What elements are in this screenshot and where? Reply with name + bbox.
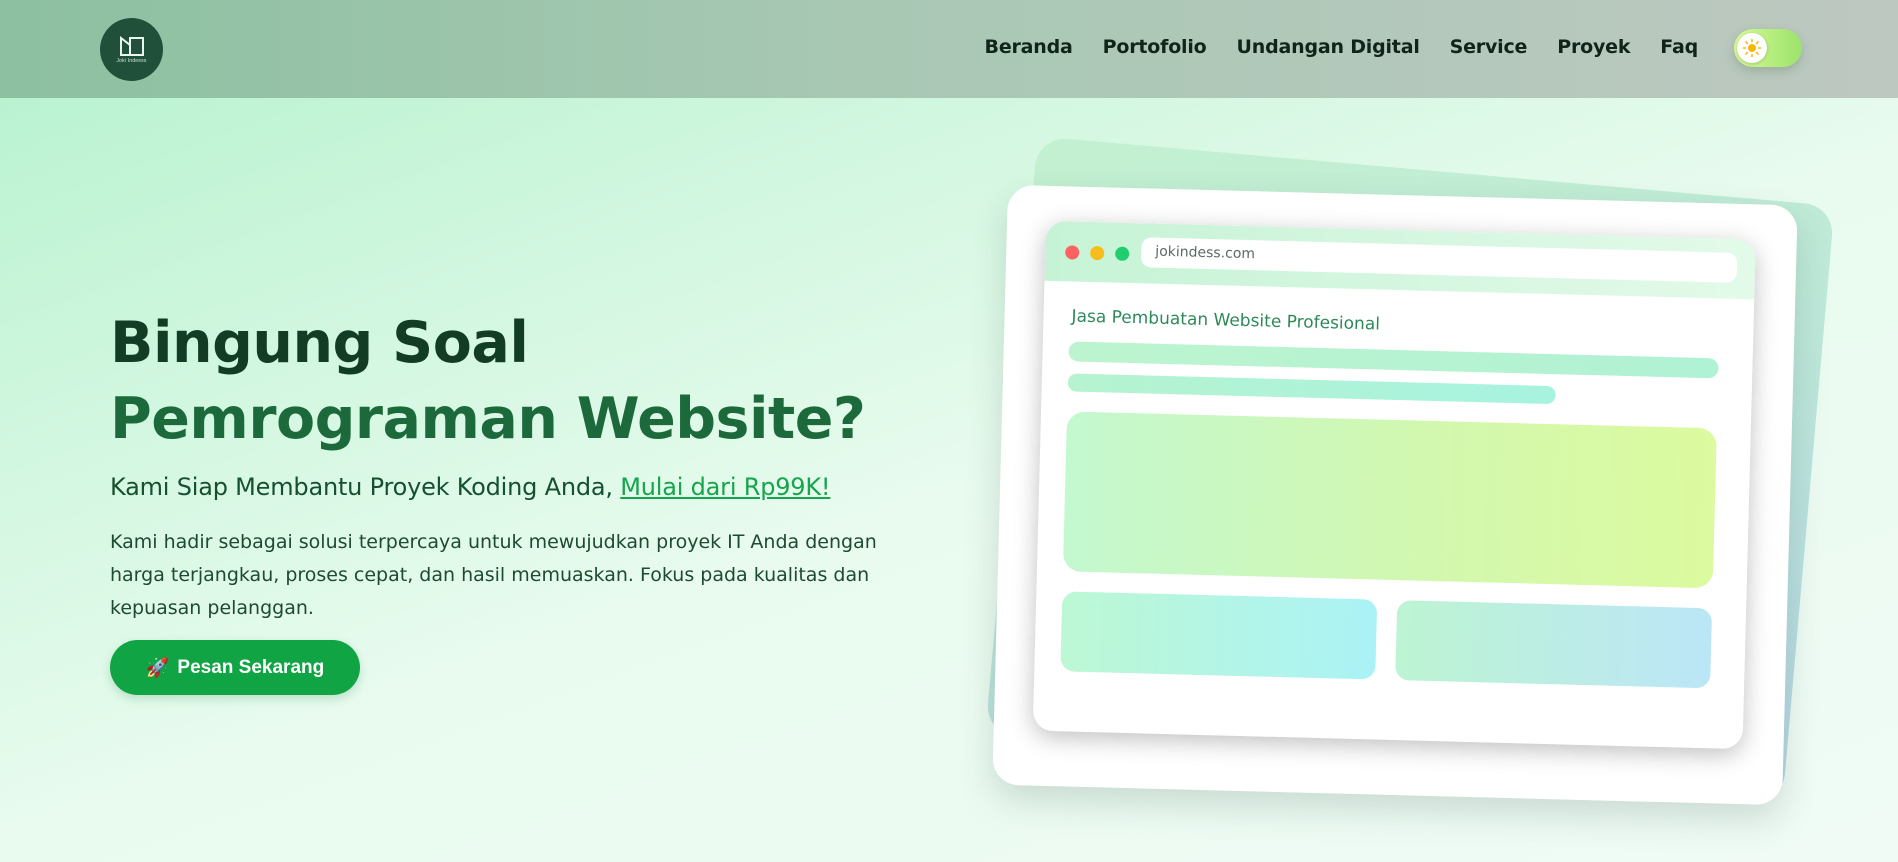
theme-toggle[interactable] (1734, 29, 1802, 67)
nav-link-beranda[interactable]: Beranda (985, 36, 1073, 58)
order-now-button[interactable]: 🚀 Pesan Sekarang (110, 640, 360, 695)
sun-icon (1742, 38, 1762, 58)
url-bar: jokindess.com (1140, 237, 1738, 283)
nav-link-faq[interactable]: Faq (1660, 36, 1698, 58)
skeleton-hero-block (1062, 411, 1717, 589)
hero-description: Kami hadir sebagai solusi terpercaya unt… (110, 531, 877, 619)
nav-link-proyek[interactable]: Proyek (1557, 36, 1630, 58)
browser-window: jokindess.com Jasa Pembuatan Website Pro… (1032, 220, 1756, 750)
mockup-front-card: jokindess.com Jasa Pembuatan Website Pro… (992, 184, 1798, 806)
price-link[interactable]: Mulai dari Rp99K! (620, 473, 830, 501)
nav-links: Beranda Portofolio Undangan Digital Serv… (985, 36, 1699, 58)
nav-link-portofolio[interactable]: Portofolio (1103, 36, 1207, 58)
skeleton-line (1068, 341, 1719, 379)
logo-mark-icon (119, 35, 144, 56)
hero-subtitle: Kami Siap Membantu Proyek Koding Anda, M… (110, 473, 890, 501)
nav-link-service[interactable]: Service (1450, 36, 1528, 58)
order-now-label: Pesan Sekarang (177, 656, 325, 678)
browser-toolbar: jokindess.com (1044, 220, 1756, 300)
logo-text: Joki Indeess (116, 58, 147, 64)
hero-title-line1: Bingung Soal (110, 310, 529, 376)
skeleton-line (1067, 373, 1556, 405)
mockup-site-title: Jasa Pembuatan Website Profesional (1071, 306, 1381, 335)
rocket-icon: 🚀 (145, 657, 170, 679)
navbar: Joki Indeess Beranda Portofolio Undangan… (0, 0, 1898, 98)
skeleton-card (1395, 600, 1713, 689)
hero-title: Bingung Soal Pemrograman Website? (110, 305, 910, 457)
nav-link-undangan-digital[interactable]: Undangan Digital (1237, 36, 1420, 58)
close-dot-icon (1065, 245, 1080, 260)
hero-title-line2: Pemrograman Website? (110, 386, 866, 452)
hero-subtitle-text: Kami Siap Membantu Proyek Koding Anda, (110, 473, 621, 501)
toggle-knob (1737, 33, 1767, 63)
skeleton-card (1060, 591, 1378, 680)
website-mockup-illustration: jokindess.com Jasa Pembuatan Website Pro… (960, 130, 1840, 850)
maximize-dot-icon (1115, 246, 1130, 261)
logo[interactable]: Joki Indeess (100, 18, 163, 81)
minimize-dot-icon (1090, 245, 1105, 261)
